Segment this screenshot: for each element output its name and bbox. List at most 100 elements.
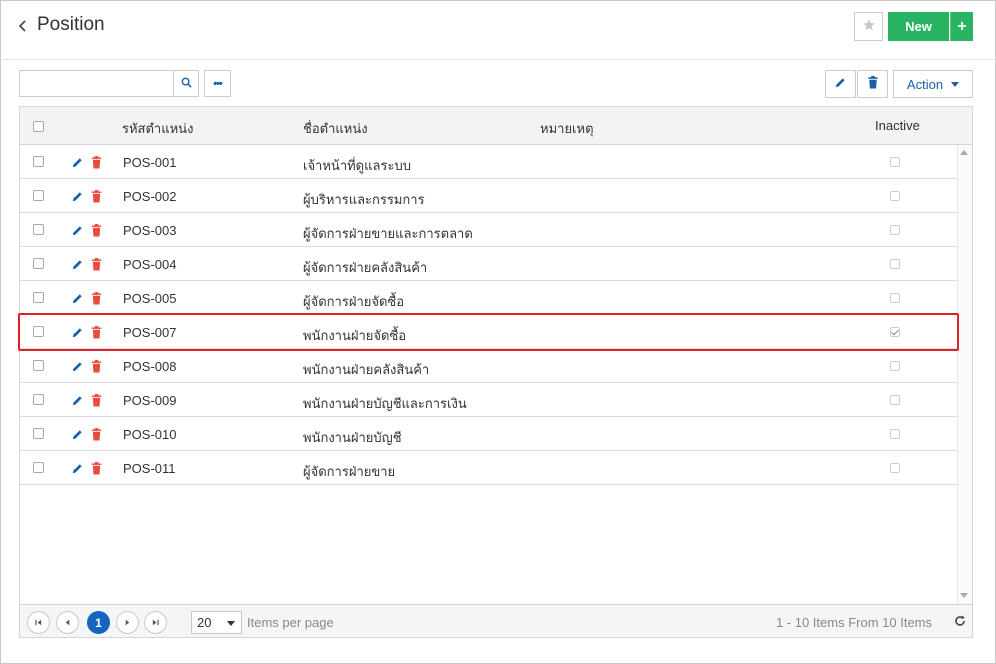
table-row[interactable]: POS-004 ผู้จัดการฝ่ายคลังสินค้า [20,247,957,281]
grid-header: รหัสตำแหน่ง ชื่อตำแหน่ง หมายเหตุ Inactiv… [20,107,972,145]
pencil-icon [834,76,847,92]
inactive-checkbox [890,191,900,201]
pencil-icon[interactable] [71,394,84,410]
pencil-icon[interactable] [71,360,84,376]
position-grid: รหัสตำแหน่ง ชื่อตำแหน่ง หมายเหตุ Inactiv… [19,106,973,638]
cell-code: POS-001 [123,155,177,170]
trash-icon[interactable] [91,360,102,376]
row-checkbox[interactable] [33,224,44,235]
select-all-checkbox[interactable] [33,121,44,132]
trash-icon[interactable] [91,428,102,444]
row-checkbox[interactable] [33,156,44,167]
row-checkbox[interactable] [33,428,44,439]
inactive-checkbox [890,259,900,269]
table-row[interactable]: POS-010 พนักงานฝ่ายบัญชี [20,417,957,451]
cell-code: POS-003 [123,223,177,238]
column-header-name[interactable]: ชื่อตำแหน่ง [303,118,368,139]
scroll-up-arrow-icon[interactable] [960,150,968,155]
page-header: Position New + [0,0,994,60]
trash-icon[interactable] [91,462,102,478]
new-plus-button[interactable]: + [950,12,973,41]
action-dropdown[interactable]: Action [893,70,973,98]
search-input[interactable] [19,70,173,97]
trash-icon[interactable] [91,258,102,274]
table-row[interactable]: POS-007 พนักงานฝ่ายจัดซื้อ [20,315,957,349]
pencil-icon[interactable] [71,326,84,342]
column-header-code[interactable]: รหัสตำแหน่ง [122,118,193,139]
next-page-button[interactable] [116,611,139,634]
more-options-button[interactable]: ••• [204,70,231,97]
table-row[interactable]: POS-005 ผู้จัดการฝ่ายจัดซื้อ [20,281,957,315]
column-header-inactive[interactable]: Inactive [875,118,920,133]
pencil-icon[interactable] [71,428,84,444]
new-button[interactable]: New [888,12,949,41]
inactive-checkbox [890,157,900,167]
cell-name: ผู้จัดการฝ่ายขายและการตลาด [303,226,473,241]
row-checkbox[interactable] [33,360,44,371]
table-row[interactable]: POS-001 เจ้าหน้าที่ดูแลระบบ [20,145,957,179]
cell-name: ผู้จัดการฝ่ายจัดซื้อ [303,294,405,309]
pencil-icon[interactable] [71,462,84,478]
row-checkbox[interactable] [33,258,44,269]
column-header-note[interactable]: หมายเหตุ [540,118,594,139]
caret-down-icon [227,621,235,626]
pencil-icon[interactable] [71,190,84,206]
cell-name: พนักงานฝ่ายจัดซื้อ [303,328,407,343]
ellipsis-icon: ••• [213,77,223,90]
trash-icon[interactable] [91,224,102,240]
first-page-icon [35,619,42,626]
table-row[interactable]: POS-008 พนักงานฝ่ายคลังสินค้า [20,349,957,383]
items-per-page-label: Items per page [247,615,334,630]
refresh-icon[interactable] [954,615,966,630]
row-checkbox[interactable] [33,394,44,405]
toolbar-delete-button[interactable] [857,70,888,98]
cell-code: POS-005 [123,291,177,306]
cell-code: POS-004 [123,257,177,272]
pager-info: 1 - 10 Items From 10 Items [775,615,932,630]
pager: 1 20 Items per page 1 - 10 Items From 10… [20,604,972,637]
row-checkbox[interactable] [33,462,44,473]
cell-name: พนักงานฝ่ายบัญชีและการเงิน [303,396,467,411]
table-row[interactable]: POS-003 ผู้จัดการฝ่ายขายและการตลาด [20,213,957,247]
row-checkbox[interactable] [33,190,44,201]
page-size-select[interactable]: 20 [191,611,242,634]
table-row[interactable]: POS-009 พนักงานฝ่ายบัญชีและการเงิน [20,383,957,417]
previous-page-icon [65,619,70,626]
trash-icon[interactable] [91,190,102,206]
first-page-button[interactable] [27,611,50,634]
trash-icon[interactable] [91,326,102,342]
trash-icon[interactable] [91,156,102,172]
grid-body: POS-001 เจ้าหน้าที่ดูแลระบบ POS-002 ผู้บ… [20,145,972,604]
cell-name: พนักงานฝ่ายคลังสินค้า [303,362,430,377]
table-row[interactable]: POS-011 ผู้จัดการฝ่ายขาย [20,451,957,485]
search-button[interactable] [173,70,199,97]
previous-page-button[interactable] [56,611,79,634]
table-row[interactable]: POS-002 ผู้บริหารและกรรมการ [20,179,957,213]
trash-icon[interactable] [91,292,102,308]
cell-code: POS-007 [123,325,177,340]
action-label: Action [906,76,944,92]
back-chevron-icon[interactable] [16,16,30,36]
next-page-icon [125,619,130,626]
last-page-button[interactable] [144,611,167,634]
page-title: Position [37,14,105,35]
toolbar-edit-button[interactable] [825,70,856,98]
inactive-checkbox [890,225,900,235]
inactive-checkbox [890,293,900,303]
inactive-checkbox [890,429,900,439]
cell-code: POS-002 [123,189,177,204]
pencil-icon[interactable] [71,258,84,274]
favorite-button[interactable] [854,12,883,41]
scroll-down-arrow-icon[interactable] [960,593,968,598]
row-checkbox[interactable] [33,292,44,303]
trash-icon[interactable] [91,394,102,410]
pencil-icon[interactable] [71,292,84,308]
vertical-scrollbar[interactable] [957,145,972,604]
row-checkbox[interactable] [33,326,44,337]
current-page-button[interactable]: 1 [87,611,110,634]
last-page-icon [152,619,159,626]
cell-name: เจ้าหน้าที่ดูแลระบบ [303,158,411,173]
pencil-icon[interactable] [71,224,84,240]
inactive-checkbox [890,463,900,473]
pencil-icon[interactable] [71,156,84,172]
